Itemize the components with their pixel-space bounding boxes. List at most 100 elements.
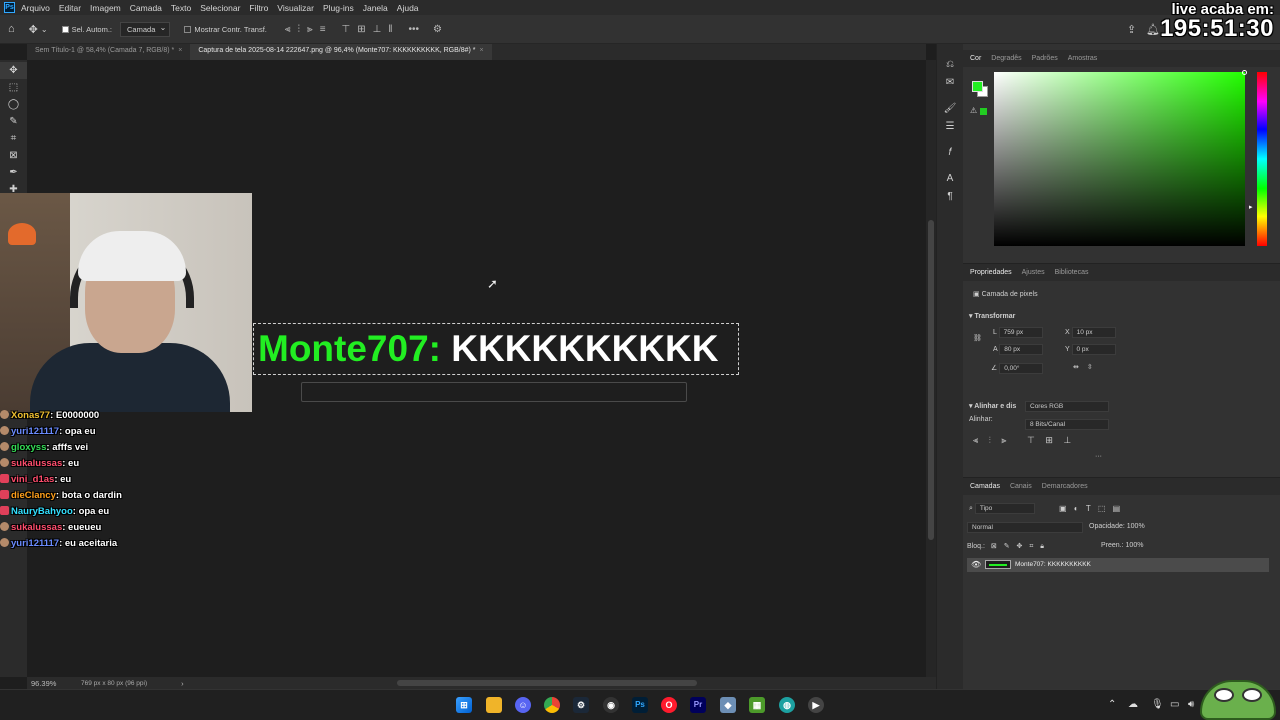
align-right-icon[interactable]: ⫸ <box>1001 435 1006 445</box>
color-mode-select[interactable]: Cores RGB <box>1025 401 1109 412</box>
tab-sem-titulo[interactable]: Sem Título-1 @ 58,4% (Camada 7, RGB/8) *… <box>27 44 190 60</box>
align-right-icon[interactable]: ⫸ <box>307 24 313 35</box>
align-section[interactable]: ▾ Alinhar e dis <box>969 402 1016 410</box>
bit-depth-select[interactable]: 8 Bits/Canal <box>1025 419 1109 430</box>
opacity-value[interactable]: 100% <box>1127 523 1145 530</box>
filter-adjust-icon[interactable]: ◐ <box>1074 504 1079 513</box>
lock-transparent-icon[interactable]: ⊠ <box>991 543 997 550</box>
file-explorer-icon[interactable] <box>486 697 502 713</box>
menu-editar[interactable]: Editar <box>59 3 81 13</box>
filter-shape-icon[interactable]: ⬚ <box>1098 504 1106 513</box>
transform-section[interactable]: ▾ Transformar <box>969 312 1015 320</box>
align-bottom-icon[interactable]: ⊥ <box>1063 435 1071 445</box>
blend-mode-dropdown[interactable]: Normal <box>967 522 1083 533</box>
filter-smart-icon[interactable]: ▤ <box>1113 504 1121 513</box>
minecraft-icon[interactable]: ▦ <box>749 697 765 713</box>
layer-filter-dropdown[interactable]: Tipo <box>974 503 1035 514</box>
distribute-v-icon[interactable]: ‖ <box>388 24 392 35</box>
align-left-icon[interactable]: ⫷ <box>285 24 291 35</box>
color-mode-dropdown[interactable]: Cores RGB <box>1025 401 1109 412</box>
tab-cor[interactable]: Cor <box>965 55 986 62</box>
quick-select-tool-icon[interactable]: ✎ <box>0 113 27 130</box>
windows-start-icon[interactable]: ⊞ <box>456 697 472 713</box>
visibility-eye-icon[interactable]: 👁︎ <box>971 560 981 569</box>
close-tab-icon[interactable]: × <box>480 47 484 54</box>
menu-texto[interactable]: Texto <box>171 3 191 13</box>
align-top-icon[interactable]: ⊤ <box>342 24 351 35</box>
app-cube-icon[interactable]: ◆ <box>720 697 736 713</box>
tray-cloud-icon[interactable]: ☁ <box>1128 699 1138 710</box>
tab-padroes[interactable]: Padrões <box>1027 55 1063 62</box>
tool-preset-chevron-icon[interactable]: ⌄ <box>41 25 48 34</box>
link-dimensions-icon[interactable]: ⛓ <box>973 334 982 342</box>
vertical-scrollbar[interactable] <box>926 60 936 677</box>
settings-gear-icon[interactable]: ⚙ <box>433 24 442 35</box>
notifications-bell-icon[interactable]: 🔔︎ <box>1146 23 1160 36</box>
tray-chevron-icon[interactable]: ⌃ <box>1108 699 1116 710</box>
tab-propriedades[interactable]: Propriedades <box>965 269 1017 276</box>
tab-camadas[interactable]: Camadas <box>965 483 1005 490</box>
height-field[interactable]: 80 px <box>999 344 1044 355</box>
tab-captura[interactable]: Captura de tela 2025-08-14 222647.png @ … <box>190 44 492 60</box>
tray-volume-icon[interactable]: 🔊︎ <box>1188 699 1194 710</box>
layer-row[interactable]: 👁︎ Monte707: KKKKKKKKKK <box>967 558 1269 572</box>
menu-plugins[interactable]: Plug-ins <box>323 3 354 13</box>
menu-arquivo[interactable]: Arquivo <box>21 3 50 13</box>
discord-icon[interactable]: ☺ <box>515 697 531 713</box>
document-canvas[interactable]: Monte707: KKKKKKKKKK <box>253 323 739 375</box>
align-bottom-icon[interactable]: ⊥ <box>373 24 382 35</box>
steam-icon[interactable]: ⚙ <box>573 697 589 713</box>
close-tab-icon[interactable]: × <box>178 47 182 54</box>
angle-field[interactable]: 0,00° <box>999 363 1044 374</box>
comments-icon[interactable]: ✉ <box>937 74 963 92</box>
horizontal-scroll-thumb[interactable] <box>397 680 697 686</box>
layer-name[interactable]: Monte707: KKKKKKKKKK <box>1015 561 1091 568</box>
lock-position-icon[interactable]: ✥ <box>1017 543 1023 550</box>
move-tool-icon[interactable]: ✥ <box>0 62 27 79</box>
more-options-icon[interactable]: ••• <box>409 24 420 35</box>
menu-camada[interactable]: Camada <box>130 3 162 13</box>
menu-ajuda[interactable]: Ajuda <box>397 3 419 13</box>
align-center-icon[interactable]: ⫶ <box>989 435 991 445</box>
media-player-icon[interactable]: ▶ <box>808 697 824 713</box>
browser-globe-icon[interactable]: ◍ <box>779 697 795 713</box>
tab-amostras[interactable]: Amostras <box>1063 55 1103 62</box>
tray-mic-icon[interactable]: 🎙︎ <box>1151 699 1164 710</box>
bit-depth-dropdown[interactable]: 8 Bits/Canal <box>1025 419 1109 430</box>
character-icon[interactable]: A <box>937 170 963 188</box>
premiere-icon[interactable]: Pr <box>690 697 706 713</box>
menu-visualizar[interactable]: Visualizar <box>277 3 314 13</box>
show-transform-checkbox[interactable] <box>184 25 192 33</box>
tab-degrades[interactable]: Degradês <box>986 55 1026 62</box>
more-align-icon[interactable]: ··· <box>1095 453 1102 460</box>
menu-filtro[interactable]: Filtro <box>249 3 268 13</box>
tab-ajustes[interactable]: Ajustes <box>1017 269 1050 276</box>
auto-select-checkbox[interactable] <box>61 25 69 33</box>
chrome-icon[interactable] <box>544 697 560 713</box>
status-expand-chevron-icon[interactable]: › <box>181 679 184 688</box>
lock-artboard-icon[interactable]: ⌗ <box>1029 543 1033 550</box>
move-tool-icon[interactable]: ✥ <box>29 23 38 36</box>
lock-all-icon[interactable]: 🔒︎ <box>1040 543 1044 550</box>
vertical-scroll-thumb[interactable] <box>928 220 934 540</box>
blend-mode-select[interactable]: Normal <box>967 522 1083 533</box>
distribute-h-icon[interactable]: ≡ <box>320 24 326 35</box>
adjustments-icon[interactable]: ☰ <box>937 118 963 136</box>
align-left-icon[interactable]: ⫷ <box>973 435 978 445</box>
width-field[interactable]: 759 px <box>998 327 1043 338</box>
color-picker-field[interactable] <box>994 72 1245 246</box>
tray-network-icon[interactable]: ▭ <box>1170 699 1179 710</box>
y-field[interactable]: 0 px <box>1071 344 1116 355</box>
menu-imagem[interactable]: Imagem <box>90 3 121 13</box>
crop-tool-icon[interactable]: ⌗ <box>0 130 27 147</box>
menu-janela[interactable]: Janela <box>363 3 388 13</box>
auto-select-target-dropdown[interactable]: Camada <box>120 21 171 37</box>
filter-type-icon[interactable]: T <box>1086 504 1091 513</box>
align-middle-icon[interactable]: ⊞ <box>1045 435 1053 445</box>
zoom-level[interactable]: 96.39% <box>31 679 71 688</box>
paragraph-icon[interactable]: ¶ <box>937 188 963 206</box>
align-center-h-icon[interactable]: ⫶ <box>298 24 301 35</box>
hue-slider-handle[interactable]: ▸ <box>1249 203 1253 211</box>
align-top-icon[interactable]: ⊤ <box>1027 435 1035 445</box>
opera-icon[interactable]: O <box>661 697 677 713</box>
